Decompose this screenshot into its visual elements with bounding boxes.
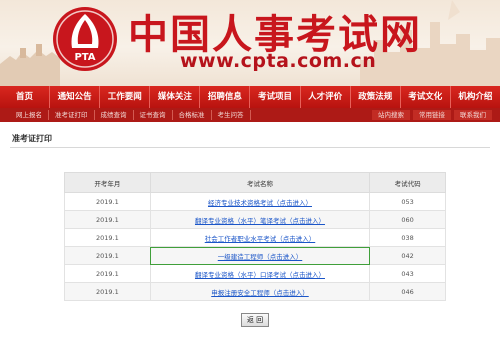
subnav-admission-ticket[interactable]: 准考证打印: [49, 110, 95, 120]
row-code: 046: [369, 282, 446, 301]
row-year: 2019.1: [64, 264, 151, 283]
subnav-contact[interactable]: 联系我们: [454, 110, 492, 120]
row-year: 2019.1: [64, 246, 151, 265]
nav-item-news[interactable]: 工作要闻: [100, 86, 151, 108]
row-year: 2019.1: [64, 210, 151, 229]
col-header-code: 考试代码: [369, 172, 446, 193]
subnav-pass-standard[interactable]: 合格标准: [173, 110, 212, 120]
row-code: 043: [369, 264, 446, 283]
exam-link[interactable]: 翻译专业资格（水平）口译考试（点击进入）: [149, 264, 371, 283]
exam-table-panel: 开考年月 考试名称 考试代码 2019.1 经济专业技术资格考试（点击进入） 0…: [64, 172, 446, 332]
back-button-wrap: 返 回: [64, 301, 446, 327]
row-code: 053: [369, 192, 446, 211]
subnav-certificate-query[interactable]: 证书查询: [134, 110, 173, 120]
row-code: 060: [369, 210, 446, 229]
row-year: 2019.1: [64, 228, 151, 247]
exam-link[interactable]: 申报注册安全工程师（点击进入）: [149, 282, 371, 301]
back-button[interactable]: 返 回: [240, 313, 270, 327]
nav-item-media[interactable]: 媒体关注: [150, 86, 201, 108]
nav-item-policy[interactable]: 政策法规: [351, 86, 401, 108]
table-row: 2019.1 翻译专业资格（水平）笔译考试（点击进入） 060: [64, 210, 446, 229]
site-banner: PTA 中国人事考试网 www.cpta.com.cn: [0, 0, 500, 86]
subnav-site-search[interactable]: 站内搜索: [372, 110, 410, 120]
col-header-year: 开考年月: [64, 172, 151, 193]
nav-item-culture[interactable]: 考试文化: [401, 86, 451, 108]
exam-table: 开考年月 考试名称 考试代码 2019.1 经济专业技术资格考试（点击进入） 0…: [64, 172, 446, 301]
nav-item-home[interactable]: 首页: [0, 86, 51, 108]
subnav-online-registration[interactable]: 网上报名: [10, 110, 49, 120]
nav-item-about[interactable]: 机构介绍: [451, 86, 500, 108]
main-nav: 首页 通知公告 工作要闻 媒体关注 招聘信息 考试项目 人才评价 政策法规 考试…: [0, 86, 500, 108]
exam-link-highlighted[interactable]: 一级建造工程师（点击进入）: [149, 246, 371, 265]
table-row: 2019.1 申报注册安全工程师（点击进入） 046: [64, 282, 446, 301]
row-code: 042: [369, 246, 446, 265]
cpta-logo-icon: PTA: [53, 7, 117, 71]
col-header-name: 考试名称: [149, 172, 371, 193]
row-year: 2019.1: [64, 282, 151, 301]
table-row: 2019.1 翻译专业资格（水平）口译考试（点击进入） 043: [64, 264, 446, 283]
exam-link[interactable]: 经济专业技术资格考试（点击进入）: [149, 192, 371, 211]
table-row: 2019.1 一级建造工程师（点击进入） 042: [64, 246, 446, 265]
subnav-score-query[interactable]: 成绩查询: [95, 110, 134, 120]
nav-item-recruitment[interactable]: 招聘信息: [200, 86, 251, 108]
sub-nav: 网上报名 准考证打印 成绩查询 证书查询 合格标准 考生问答 站内搜索 常用链接…: [0, 108, 500, 122]
logo-text: PTA: [74, 52, 95, 63]
subnav-links[interactable]: 常用链接: [413, 110, 451, 120]
page-title: 准考证打印: [10, 130, 490, 148]
row-year: 2019.1: [64, 192, 151, 211]
exam-link[interactable]: 社会工作者职业水平考试（点击进入）: [149, 228, 371, 247]
nav-item-notices[interactable]: 通知公告: [50, 86, 101, 108]
table-row: 2019.1 经济专业技术资格考试（点击进入） 053: [64, 192, 446, 211]
nav-item-talent[interactable]: 人才评价: [301, 86, 351, 108]
exam-link[interactable]: 翻译专业资格（水平）笔译考试（点击进入）: [149, 210, 371, 229]
nav-item-exams[interactable]: 考试项目: [250, 86, 301, 108]
site-url[interactable]: www.cpta.com.cn: [180, 50, 376, 72]
row-code: 038: [369, 228, 446, 247]
table-row: 2019.1 社会工作者职业水平考试（点击进入） 038: [64, 228, 446, 247]
subnav-faq[interactable]: 考生问答: [212, 110, 251, 120]
